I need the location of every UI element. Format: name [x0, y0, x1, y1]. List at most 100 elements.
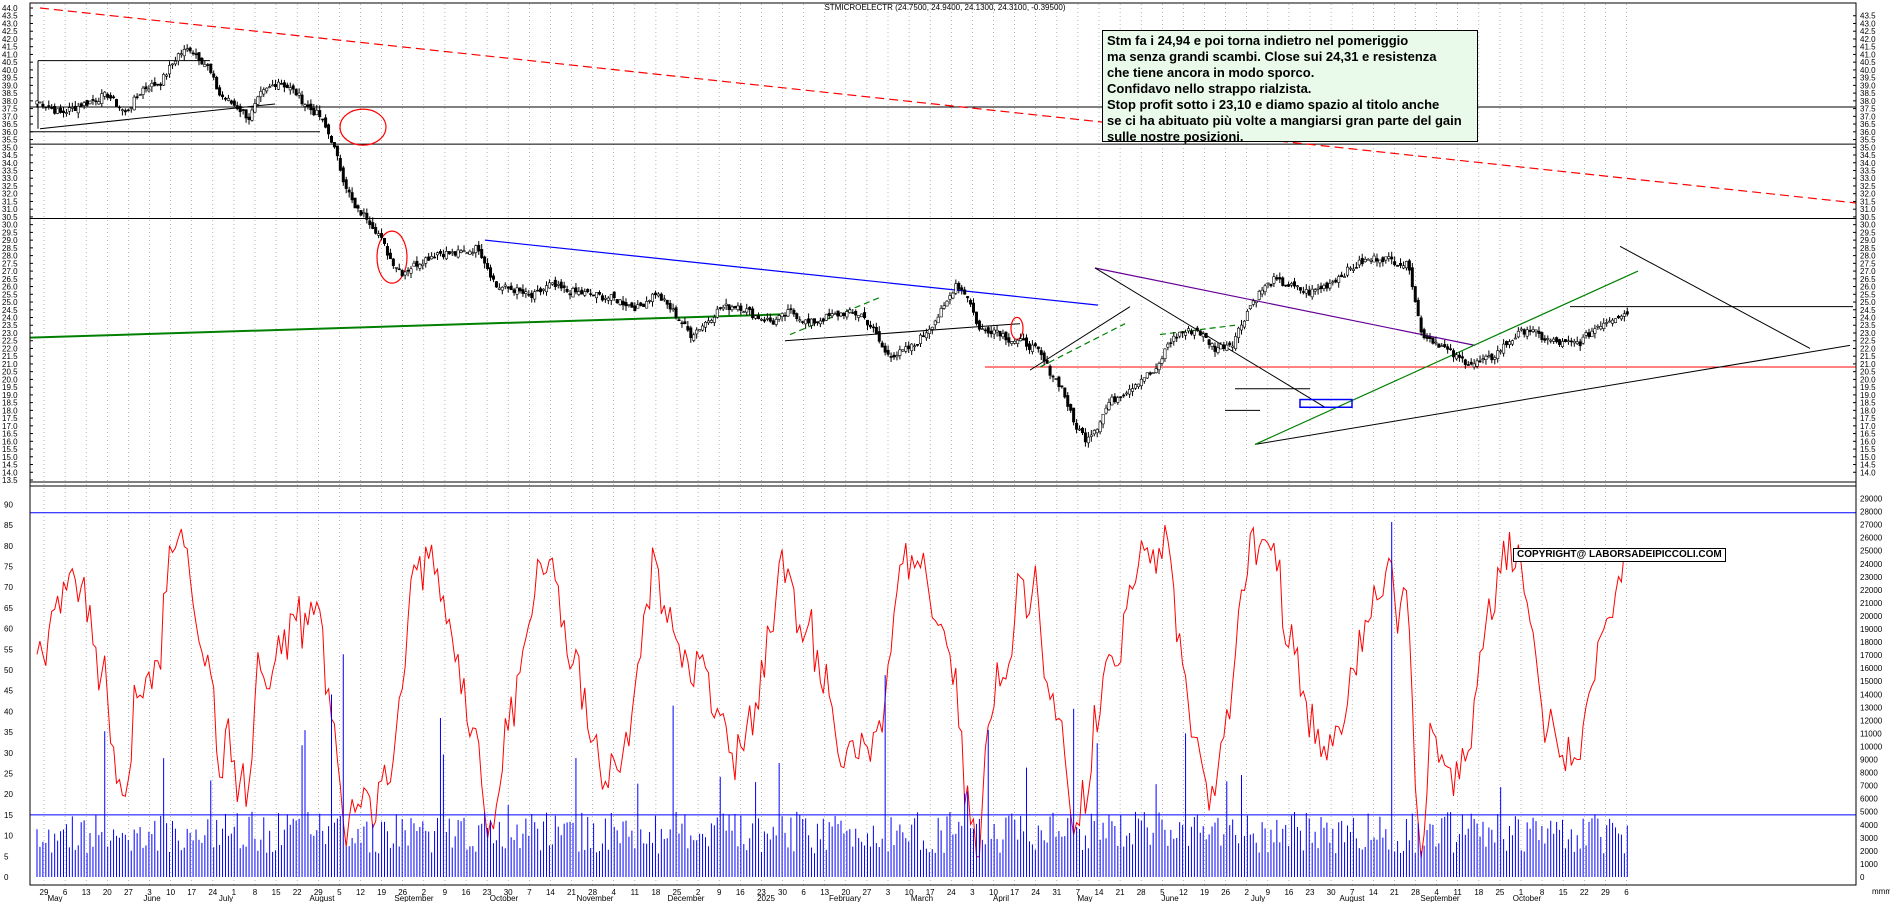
- osc-tick-label: 55: [4, 645, 13, 654]
- candle-body: [1616, 315, 1620, 319]
- y-tick-label-right: 36.0: [1860, 128, 1876, 137]
- candle-body: [165, 74, 169, 77]
- candle-body: [329, 135, 333, 143]
- candle-body: [1558, 339, 1562, 345]
- candle-body: [936, 316, 940, 324]
- note-line: Stop profit sotto i 23,10 e diamo spazio…: [1107, 97, 1440, 112]
- x-tick-label: 7: [527, 888, 532, 897]
- candle-body: [963, 289, 967, 295]
- candle-body: [438, 250, 442, 254]
- y-tick-label-left: 17.0: [2, 422, 18, 431]
- candle-body: [1051, 375, 1055, 378]
- candle-body: [709, 320, 713, 323]
- candle-body: [44, 106, 48, 109]
- candle-body: [977, 320, 981, 330]
- candle-body: [889, 356, 893, 358]
- candle-body: [394, 267, 398, 269]
- candle-body: [1116, 397, 1120, 403]
- candle-body: [338, 157, 342, 171]
- candle-body: [1275, 277, 1279, 280]
- osc-tick-label: 80: [4, 542, 13, 551]
- candle-body: [536, 289, 540, 292]
- y-tick-label-left: 33.0: [2, 174, 18, 183]
- candle-body: [933, 320, 937, 326]
- osc-tick-label: 90: [4, 500, 13, 509]
- candle-body: [972, 302, 976, 313]
- chart-frame: [29, 2, 1857, 886]
- candle-body: [1198, 330, 1202, 336]
- candle-body: [494, 281, 498, 288]
- candle-body: [715, 308, 719, 318]
- y-tick-label-right: 32.5: [1860, 182, 1876, 191]
- x-tick-label: 24: [208, 888, 217, 897]
- y-tick-label-right: 34.5: [1860, 151, 1876, 160]
- y-tick-label-right: 42.5: [1860, 27, 1876, 36]
- candle-body: [848, 309, 852, 313]
- candle-body: [179, 53, 183, 56]
- y-tick-label-right: 40.5: [1860, 58, 1876, 67]
- note-line: Stm fa i 24,94 e poi torna indietro nel …: [1107, 33, 1409, 48]
- candle-body: [539, 288, 543, 293]
- y-tick-label-right: 38.0: [1860, 97, 1876, 106]
- y-tick-label-left: 29.5: [2, 228, 18, 237]
- candle-body: [138, 94, 142, 96]
- gap-circle: [339, 108, 387, 146]
- candle-body: [1375, 258, 1379, 262]
- candle-body: [436, 252, 440, 256]
- y-tick-label-right: 32.0: [1860, 190, 1876, 199]
- candle-body: [1104, 407, 1108, 414]
- x-month-label: September: [1420, 894, 1459, 902]
- candle-body: [1257, 291, 1261, 300]
- candle-body: [871, 326, 875, 329]
- candle-body: [1575, 341, 1579, 345]
- candle-body: [1513, 337, 1517, 340]
- candle-body: [1089, 434, 1093, 437]
- candle-body: [480, 249, 484, 258]
- candle-body: [88, 100, 92, 105]
- candle-body: [335, 145, 339, 157]
- candle-body: [1016, 339, 1020, 344]
- oscillator-pane: [30, 512, 1856, 859]
- candle-body: [1443, 344, 1447, 348]
- candle-body: [123, 110, 127, 113]
- candle-body: [1313, 289, 1317, 292]
- candle-body: [279, 83, 283, 85]
- x-tick-label: 16: [736, 888, 745, 897]
- candle-body: [409, 268, 413, 274]
- y-tick-label-left: 31.5: [2, 197, 18, 206]
- candle-body: [512, 289, 516, 293]
- candle-body: [265, 87, 269, 92]
- x-tick-label: 16: [1284, 888, 1293, 897]
- channel-line: [789, 296, 881, 336]
- candle-body: [583, 291, 587, 296]
- candle-body: [1107, 402, 1111, 411]
- candle-body: [786, 309, 790, 317]
- candle-body: [839, 312, 843, 317]
- y-tick-label-right: 34.0: [1860, 159, 1876, 168]
- x-tick-label: 8: [253, 888, 258, 897]
- candle-body: [633, 305, 637, 312]
- candle-body: [1602, 322, 1606, 329]
- candle-body: [1287, 284, 1291, 287]
- y-tick-label-left: 15.5: [2, 445, 18, 454]
- x-tick-label: 18: [651, 888, 660, 897]
- candle-body: [176, 53, 180, 62]
- candle-body: [368, 220, 372, 226]
- candle-body: [821, 318, 825, 322]
- candle-body: [1298, 287, 1302, 291]
- candle-body: [276, 81, 280, 90]
- candle-body: [209, 63, 213, 73]
- candle-body: [1240, 324, 1244, 331]
- candle-body: [810, 318, 814, 326]
- candle-body: [332, 142, 336, 148]
- candle-body: [639, 302, 643, 306]
- candle-body: [1425, 336, 1429, 339]
- x-tick-label: 5: [337, 888, 342, 897]
- y-tick-label-left: 28.5: [2, 244, 18, 253]
- y-tick-label-right: 18.0: [1860, 406, 1876, 415]
- candle-body: [388, 252, 392, 260]
- volume-tick-label: 21000: [1860, 599, 1883, 608]
- candle-body: [795, 313, 799, 319]
- x-tick-label: 14: [546, 888, 555, 897]
- candle-body: [191, 52, 195, 55]
